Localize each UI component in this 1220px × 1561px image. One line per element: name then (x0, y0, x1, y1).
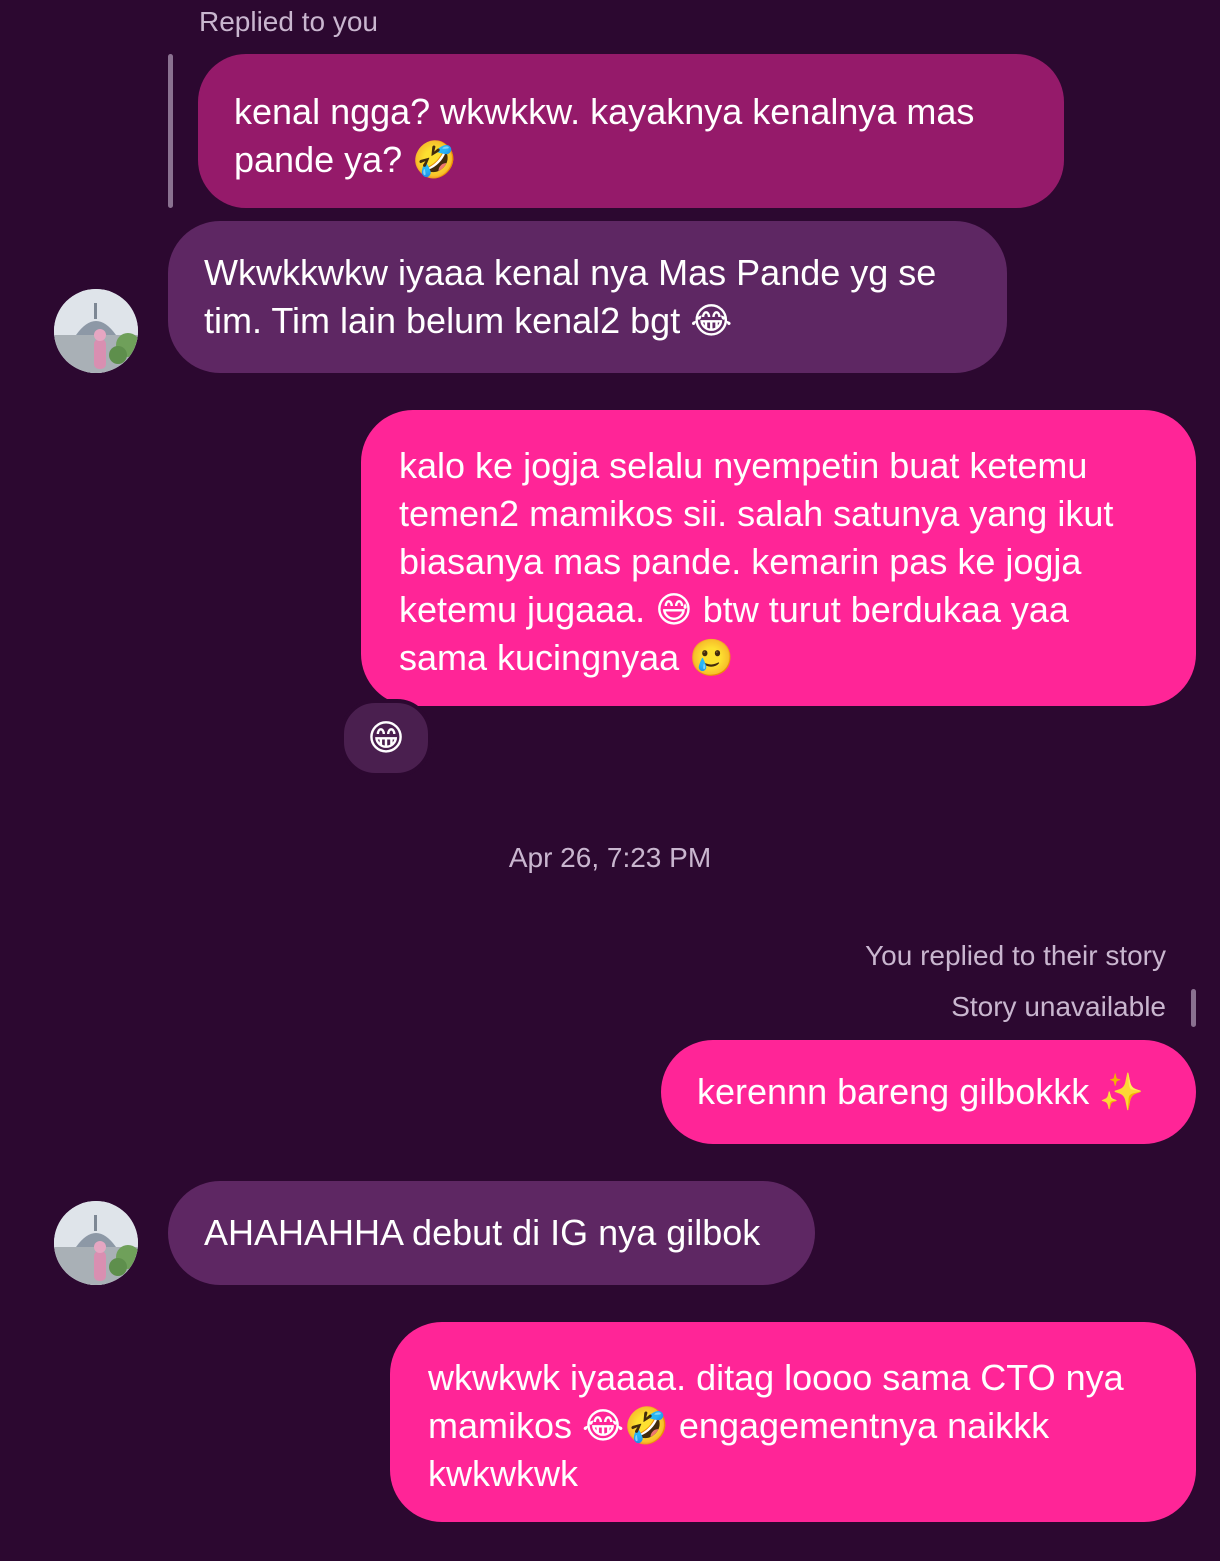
avatar-photo (54, 289, 138, 373)
outgoing-message-bubble[interactable]: kalo ke jogja selalu nyempetin buat kete… (361, 410, 1196, 706)
outgoing-message-bubble[interactable]: kerennn bareng gilbokkk ✨ (661, 1040, 1196, 1144)
story-reply-label: You replied to their story (865, 940, 1166, 971)
outgoing-message-bubble[interactable]: wkwkwk iyaaaa. ditag loooo sama CTO nya … (390, 1322, 1196, 1522)
story-unavailable-label: Story unavailable (951, 991, 1166, 1022)
incoming-message-bubble[interactable]: AHAHAHHA debut di IG nya gilbok (168, 1181, 815, 1285)
message-reaction[interactable]: 😁 (340, 699, 432, 777)
conversation-timestamp: Apr 26, 7:23 PM (508, 842, 712, 873)
contact-avatar[interactable] (54, 1201, 138, 1285)
story-indicator-bar (1191, 989, 1196, 1027)
replied-to-you-label: Replied to you (199, 6, 379, 37)
quoted-message-bubble[interactable]: kenal ngga? wkwkkw. kayaknya kenalnya ma… (198, 54, 1064, 208)
reply-indicator-bar (168, 54, 173, 208)
contact-avatar[interactable] (54, 289, 138, 373)
avatar-photo (54, 1201, 138, 1285)
incoming-message-bubble[interactable]: Wkwkkwkw iyaaa kenal nya Mas Pande yg se… (168, 221, 1007, 373)
